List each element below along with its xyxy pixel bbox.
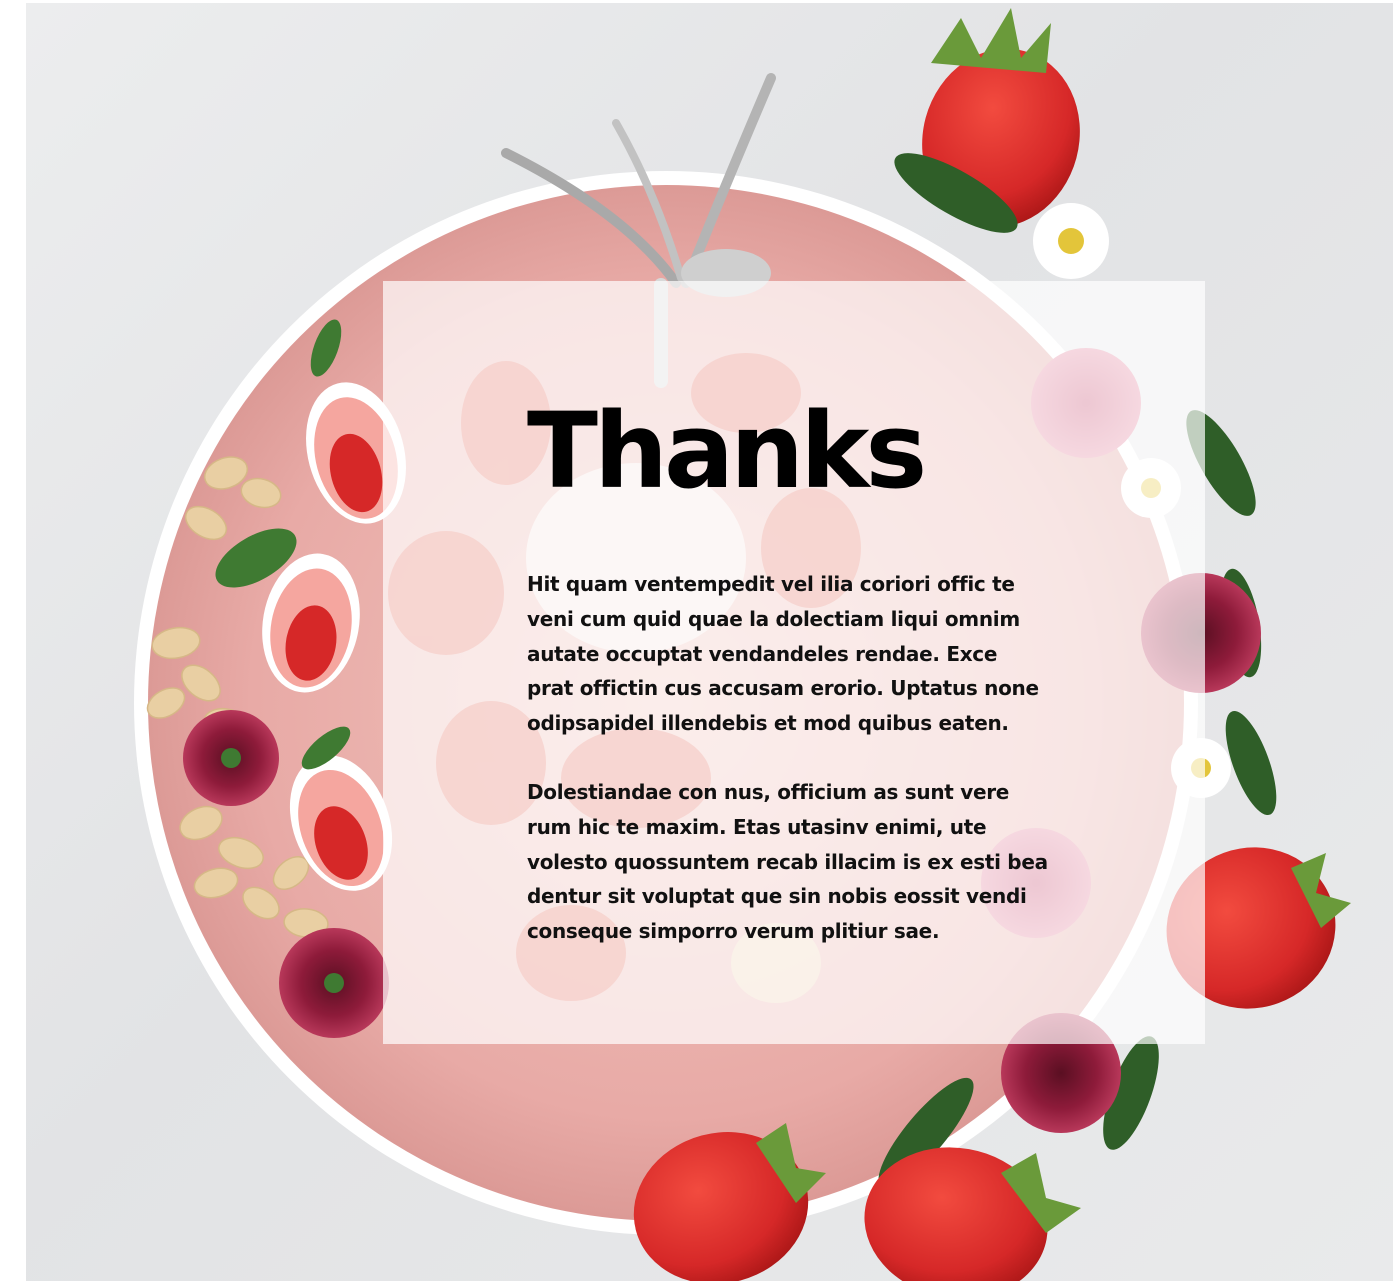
slide: Thanks Hit quam ventempedit vel ilia cor… [0, 0, 1393, 1283]
body-paragraph-1: Hit quam ventempedit vel ilia coriori of… [527, 572, 1039, 736]
slide-title: Thanks [527, 390, 927, 512]
body-paragraph-2: Dolestiandae con nus, officium as sunt v… [527, 780, 1048, 944]
